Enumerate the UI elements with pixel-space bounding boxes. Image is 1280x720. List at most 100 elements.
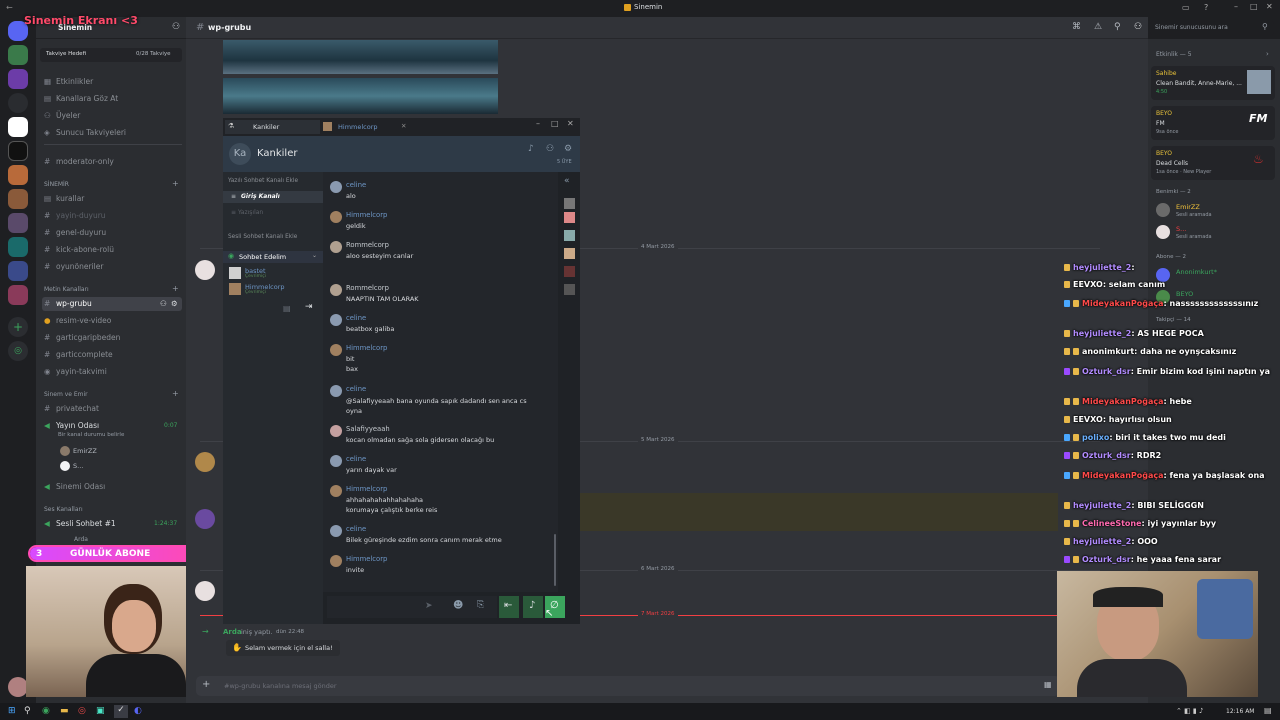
channel-resim-ve-video[interactable]: ● resim-ve-video [44,314,184,328]
sidebar-item-events[interactable]: ▦ Etkinlikler [44,75,184,89]
sidebar-item-members[interactable]: ⚇ Üyeler [44,109,184,123]
server-icon[interactable] [8,117,28,137]
attach-icon[interactable]: ⎘ [477,600,484,610]
send-icon[interactable]: ➤ [425,601,433,611]
collapse-icon[interactable]: « [564,176,570,186]
help-icon[interactable]: ? [1204,3,1208,12]
avatar[interactable] [8,677,28,697]
emoji-icon[interactable]: ☻ [453,600,463,611]
inbox-icon[interactable]: ▭ [1182,3,1190,12]
server-icon[interactable] [8,93,28,113]
sidebar-item-boosts[interactable]: ◈ Sunucu Takviyeleri [44,126,184,140]
voice-user[interactable]: Arda [74,536,88,543]
gear-icon[interactable]: ⚙ [564,144,572,154]
add-channel-icon[interactable]: + [172,389,179,398]
bell-muted-icon[interactable]: ⚠ [1094,22,1102,32]
chrome-icon[interactable]: ◎ [78,706,86,716]
app-icon[interactable]: ✓ [114,705,128,718]
close-icon[interactable]: ✕ [1266,2,1273,11]
activity-card[interactable]: Sahibe Clean Bandit, Anne-Marie, ... 4:5… [1151,66,1275,100]
server-icon[interactable] [8,285,28,305]
bell-icon[interactable]: ♪ [528,144,534,154]
add-channel-icon[interactable]: + [172,284,179,293]
add-text-channel[interactable]: Yazılı Sohbet Kanalı Ekle [228,178,298,184]
leave-icon[interactable]: ⇥ [305,302,313,312]
avatar[interactable] [330,425,342,437]
image-attachment[interactable] [223,78,498,114]
channel-privatechat[interactable]: # privatechat [44,402,184,416]
category-ses[interactable]: Ses Kanalları [44,506,83,513]
group-avatar[interactable]: Ka [229,143,251,165]
add-voice-channel[interactable]: Sesli Sohbet Kanalı Ekle [228,234,297,240]
channel-garticcomplete[interactable]: # garticcomplete [44,348,184,362]
category-metin[interactable]: Metin Kanalları [44,286,89,293]
avatar[interactable] [564,230,575,241]
avatar[interactable] [195,581,215,601]
join-call-button[interactable]: ⇤ [499,596,519,618]
message-author[interactable]: Himmelcorp [346,555,387,563]
activity-card[interactable]: BEYO FM 9sa önce FM [1151,106,1275,140]
minimize-icon[interactable]: – [536,119,540,128]
app-icon[interactable]: ▣ [96,706,105,716]
voice-channel-sohbet[interactable]: ◉ Sohbet Edelim ⌄ [223,251,323,263]
avatar[interactable] [330,485,342,497]
close-icon[interactable]: ✕ [567,119,574,128]
chevron-right-icon[interactable]: › [1266,50,1269,58]
add-attachment-icon[interactable]: + [202,679,210,690]
message-author[interactable]: celine [346,525,366,533]
search-input[interactable]: Sinemir sunucusunu ara ⚲ [1150,21,1274,35]
avatar[interactable] [564,248,575,259]
avatar[interactable] [564,212,575,223]
channel-giris[interactable]: ≡ Giriş Kanalı [223,191,323,203]
avatar[interactable] [330,241,342,253]
avatar[interactable] [195,260,215,280]
message-author[interactable]: Himmelcorp [346,344,387,352]
avatar[interactable] [195,509,215,529]
sidebar-item-browse[interactable]: ▤ Kanallara Göz At [44,92,184,106]
avatar[interactable] [564,198,575,209]
avatar[interactable] [330,181,342,193]
category-sinem-emir[interactable]: Sinem ve Emir [44,391,88,398]
avatar[interactable] [330,555,342,567]
server-icon[interactable] [8,237,28,257]
gift-icon[interactable]: ▦ [1044,680,1052,689]
search-icon[interactable]: ⚲ [24,706,31,716]
message-author[interactable]: Rommelcorp [346,284,389,292]
channel-moderator-only[interactable]: # moderator-only [44,155,184,169]
channel-kick-abone-rolu[interactable]: # kick-abone-rolü [44,243,184,257]
threads-icon[interactable]: ⌘ [1072,22,1081,32]
channel-yazisilan[interactable]: ≡ Yazışılan [231,209,263,216]
add-server-icon[interactable]: + [8,317,28,337]
voice-channel-sinemi-odasi[interactable]: ◀ Sinemi Odası [44,480,184,494]
server-icon[interactable] [8,189,28,209]
avatar[interactable] [330,385,342,397]
activity-card[interactable]: BEYO Dead Cells 1sa önce · New Player ♨ [1151,146,1275,180]
server-icon[interactable] [8,165,28,185]
avatar[interactable] [330,211,342,223]
message-author[interactable]: celine [346,385,366,393]
avatar[interactable] [60,446,70,456]
message-author[interactable]: Himmelcorp [346,211,387,219]
maximize-icon[interactable]: □ [1250,2,1258,11]
avatar[interactable] [330,284,342,296]
tab-kankiler[interactable]: ⚗ Kankiler [225,120,320,134]
message-author[interactable]: celine [346,455,366,463]
channel-wp-grubu[interactable]: # wp-grubu ⚇ ⚙ [42,297,182,311]
boost-goal[interactable]: Takviye Hedefi 0/28 Takviye [40,48,182,62]
message-input[interactable]: + #wp-grubu kanalına mesaj gönder ▦ [196,676,1060,696]
message-author[interactable]: celine [346,181,366,189]
members-icon[interactable]: ⚇ [1134,22,1142,32]
folder-icon[interactable]: ▬ [60,706,69,716]
add-friend-icon[interactable]: ⚇ [172,22,180,32]
close-tab-icon[interactable]: ✕ [401,122,406,130]
wave-button[interactable]: ✋ Selam vermek için el salla! [226,640,340,656]
image-attachment[interactable] [223,40,498,74]
server-icon[interactable] [8,261,28,281]
search-icon[interactable]: ⚲ [1262,22,1268,31]
gear-icon[interactable]: ⚙ [171,297,178,311]
avatar[interactable] [195,452,215,472]
channel-kurallar[interactable]: ▤ kurallar [44,192,184,206]
voice-user[interactable]: S... [73,462,83,470]
maximize-icon[interactable]: □ [551,119,559,128]
minimize-icon[interactable]: – [1234,2,1238,11]
